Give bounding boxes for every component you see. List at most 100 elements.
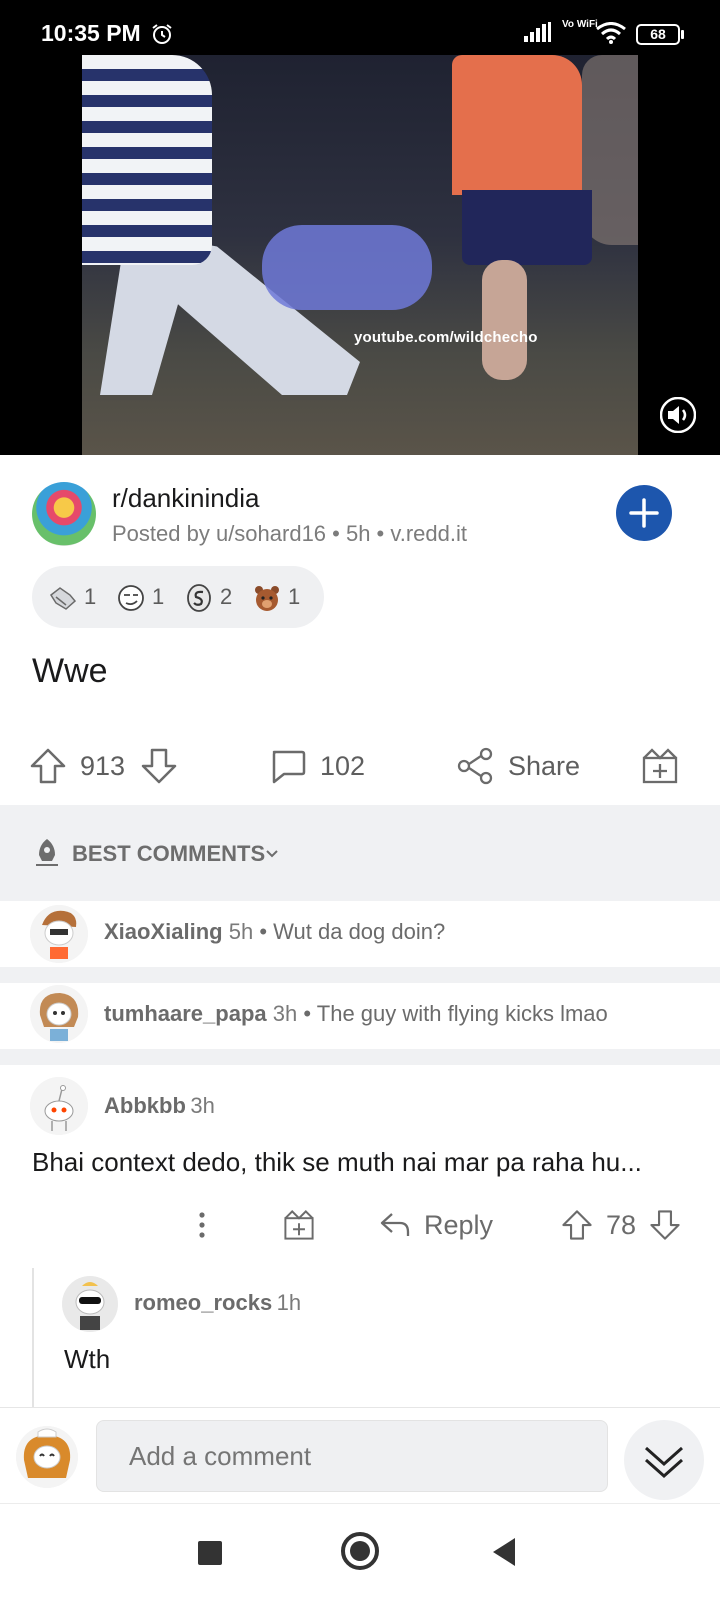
chevron-down-icon[interactable] [264, 845, 280, 866]
volume-on-icon[interactable] [659, 396, 697, 438]
join-button[interactable] [616, 485, 672, 541]
comment-input[interactable] [96, 1420, 608, 1492]
status-time: 10:35 PM [41, 20, 141, 46]
rocket-icon [32, 837, 62, 872]
alarm-icon [150, 22, 174, 51]
comment-time: 5h [228, 919, 254, 944]
comment-input-bar [0, 1407, 720, 1503]
vowifi-icon: Vo WiFi [562, 19, 598, 30]
system-nav-bar [0, 1503, 720, 1600]
video-figure [262, 225, 432, 310]
post-title[interactable]: Wwe [32, 652, 108, 691]
upvote-icon[interactable] [560, 1208, 594, 1242]
comment-preview: The guy with flying kicks lmao [316, 1001, 608, 1026]
comment-icon [272, 750, 306, 784]
video-frame[interactable]: youtube.com/wildchecho [82, 55, 638, 455]
wifi-icon [596, 22, 626, 49]
sort-label[interactable]: BEST COMMENTS [72, 841, 265, 867]
comment-header: Abbkbb 3h [104, 1093, 215, 1119]
comment-score: 78 [606, 1209, 637, 1240]
upvote-count: 913 [80, 750, 126, 781]
award-smirk-icon [118, 585, 144, 612]
video-figure [82, 55, 212, 265]
comments-button[interactable]: 102 [268, 744, 365, 788]
recent-apps-icon[interactable] [198, 1541, 222, 1565]
video-figure [462, 190, 592, 265]
award-count: 1 [288, 584, 301, 609]
reply-comment: romeo_rocks 1h Wth [0, 1268, 720, 1408]
collapsed-comment-line: tumhaare_papa 3h • The guy with flying k… [104, 1001, 608, 1027]
post-meta: Posted by u/sohard16 • 5h • v.redd.it [112, 521, 467, 546]
jump-down-button[interactable] [624, 1420, 704, 1500]
comment-vote-group: 78 [560, 1205, 682, 1245]
avatar[interactable] [30, 985, 88, 1043]
comment-body[interactable]: Wth [64, 1344, 110, 1375]
video-figure [482, 260, 527, 380]
comment-sort-bar[interactable]: BEST COMMENTS [0, 805, 720, 901]
separator-dot: • [303, 1001, 312, 1026]
award-button[interactable] [640, 744, 680, 788]
subreddit-avatar[interactable] [32, 482, 96, 546]
comment-body[interactable]: Bhai context dedo, thik se muth nai mar … [32, 1147, 642, 1178]
upvote-icon[interactable] [28, 746, 68, 786]
comment-time: 1h [276, 1290, 302, 1315]
comment: Abbkbb 3h Bhai context dedo, thik se mut… [0, 1065, 720, 1255]
comment-time: 3h [190, 1093, 215, 1118]
battery-nub [681, 30, 684, 39]
award-item: 1 [116, 580, 164, 614]
award-item: 1 [252, 580, 300, 614]
signal-icon [524, 22, 554, 47]
battery-level: 68 [650, 26, 666, 42]
award-count: 1 [84, 584, 97, 609]
share-label: Share [508, 750, 581, 781]
comment-time: 3h [272, 1001, 298, 1026]
video-figure [452, 55, 582, 195]
post-action-bar: 913 102 Share [0, 730, 720, 805]
battery-icon: 68 [636, 24, 680, 45]
separator-dot: • [259, 919, 268, 944]
award-count: 1 [152, 584, 165, 609]
share-button[interactable]: Share [456, 744, 580, 788]
gift-icon [284, 1210, 314, 1240]
comment-author[interactable]: Abbkbb [104, 1093, 186, 1118]
collapsed-comment-line: XiaoXialing 5h • Wut da dog doin? [104, 919, 445, 945]
comment-award-button[interactable] [282, 1205, 316, 1245]
thread-line[interactable] [32, 1268, 34, 1408]
comment-count: 102 [320, 750, 366, 781]
comment-author[interactable]: romeo_rocks [134, 1290, 272, 1315]
collapsed-comment[interactable]: XiaoXialing 5h • Wut da dog doin? [0, 901, 720, 983]
status-bar: 10:35 PM Vo WiFi 68 [0, 0, 720, 55]
award-coin-icon [187, 584, 211, 613]
video-player[interactable]: youtube.com/wildchecho [0, 55, 720, 455]
award-bear-icon [255, 586, 279, 612]
more-options-button[interactable] [192, 1205, 212, 1245]
awards-bar[interactable]: 1 1 2 1 [32, 566, 324, 628]
avatar[interactable] [16, 1426, 78, 1488]
back-icon[interactable] [493, 1538, 515, 1566]
avatar[interactable] [30, 1077, 88, 1135]
double-chevron-down-icon [645, 1446, 683, 1479]
comment-author[interactable]: tumhaare_papa [104, 1001, 267, 1026]
reply-icon [380, 1213, 410, 1236]
comment-actions: Reply 78 [0, 1195, 720, 1255]
vote-group: 913 [28, 744, 179, 788]
award-count: 2 [220, 584, 233, 609]
subreddit-name[interactable]: r/dankinindia [112, 483, 259, 514]
downvote-icon[interactable] [139, 746, 179, 786]
downvote-icon[interactable] [648, 1208, 682, 1242]
comment-header: romeo_rocks 1h [134, 1290, 301, 1316]
avatar[interactable] [62, 1276, 118, 1332]
more-vertical-icon [199, 1212, 205, 1238]
award-handshake-icon [50, 587, 77, 611]
plus-icon [629, 498, 659, 528]
avatar[interactable] [30, 905, 88, 963]
video-watermark: youtube.com/wildchecho [354, 329, 538, 346]
award-item: 1 [48, 580, 96, 614]
share-icon [457, 747, 493, 785]
collapsed-comment[interactable]: tumhaare_papa 3h • The guy with flying k… [0, 983, 720, 1065]
comment-author[interactable]: XiaoXialing [104, 919, 223, 944]
award-item: 2 [184, 580, 232, 614]
reply-button[interactable]: Reply [378, 1205, 493, 1245]
home-icon[interactable] [341, 1532, 379, 1570]
reply-label: Reply [424, 1209, 494, 1240]
